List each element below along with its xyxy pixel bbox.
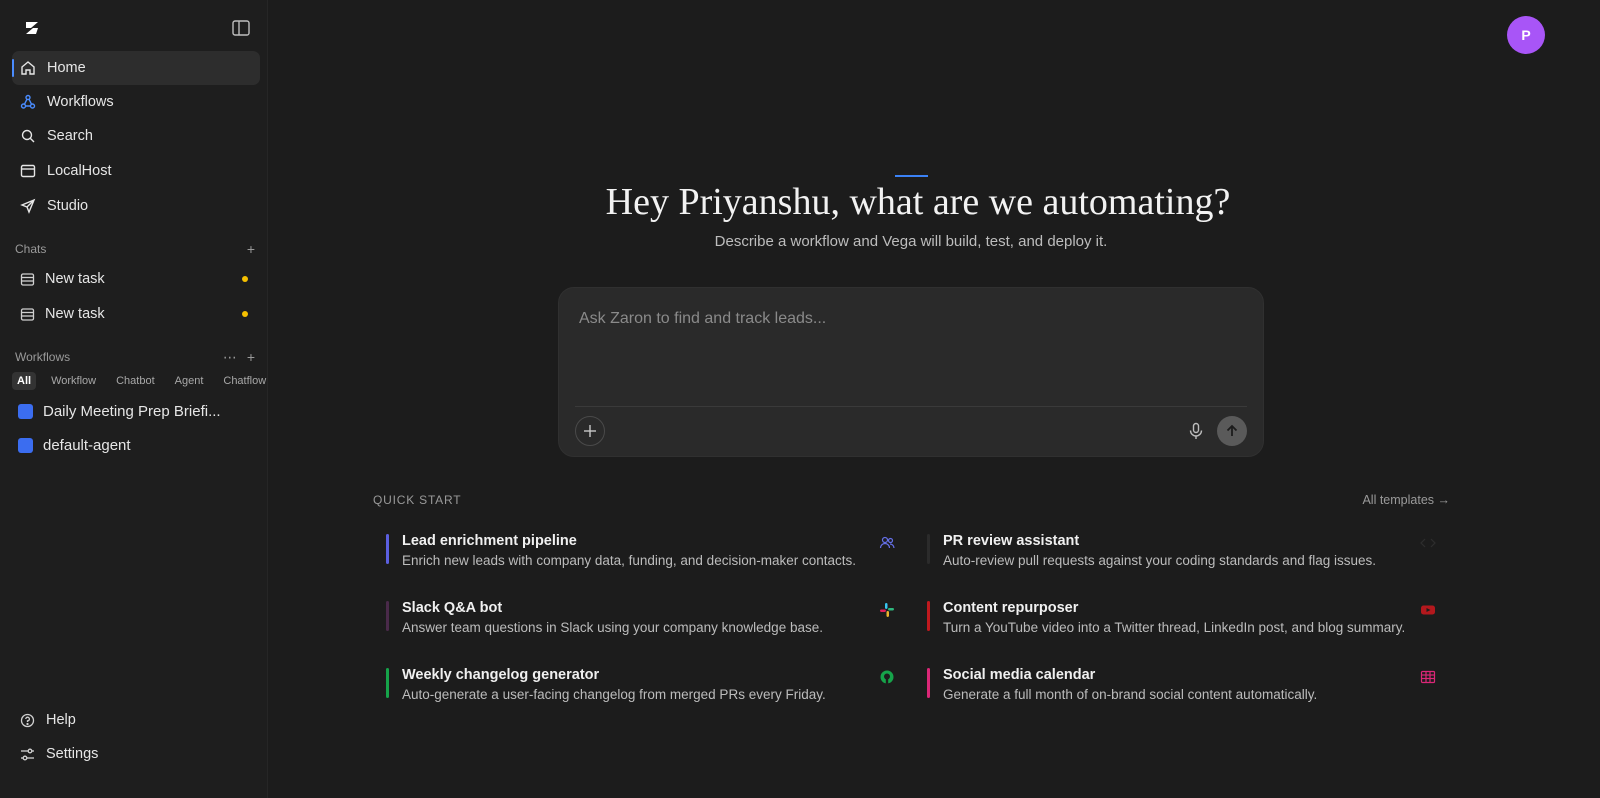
settings-label: Settings: [46, 746, 99, 762]
template-card-lead-enrichment[interactable]: Lead enrichment pipeline Enrich new lead…: [386, 533, 906, 573]
sidebar-item-localhost[interactable]: LocalHost: [12, 154, 260, 188]
card-description: Generate a full month of on-brand social…: [943, 687, 1318, 702]
workflow-item-label: Daily Meeting Prep Briefi...: [43, 402, 221, 420]
code-icon: [1420, 538, 1436, 548]
filter-tab-agent[interactable]: Agent: [170, 372, 209, 390]
workflow-square-icon: [18, 437, 33, 453]
template-card-weekly-changelog[interactable]: Weekly changelog generator Auto-generate…: [386, 667, 906, 707]
card-accent-bar: [386, 601, 389, 631]
prompt-composer: [558, 287, 1264, 457]
calendar-grid-icon: [1420, 670, 1436, 684]
accent-line: [895, 175, 928, 177]
sidebar-item-search[interactable]: Search: [12, 119, 260, 153]
help-label: Help: [46, 712, 76, 728]
settings-sliders-icon: [21, 748, 34, 760]
template-card-slack-qa[interactable]: Slack Q&A bot Answer team questions in S…: [386, 600, 906, 640]
avatar[interactable]: P: [1507, 16, 1545, 54]
status-dot: [242, 311, 248, 317]
workflow-icon: [20, 94, 36, 109]
card-description: Auto-generate a user-facing changelog fr…: [402, 687, 826, 702]
filter-tab-all[interactable]: All: [12, 372, 37, 390]
users-icon: [879, 536, 895, 549]
help-button[interactable]: Help: [12, 704, 260, 736]
workflow-item[interactable]: default-agent: [18, 431, 258, 459]
filter-tab-workflow[interactable]: Workflow: [46, 372, 101, 390]
arrow-up-icon: [1226, 424, 1238, 436]
card-accent-bar: [386, 534, 389, 564]
workflow-item-label: default-agent: [43, 436, 131, 454]
chat-list-icon: [20, 272, 35, 286]
card-title: Lead enrichment pipeline: [402, 533, 577, 549]
all-templates-link[interactable]: All templates →: [1300, 493, 1450, 507]
quick-start-label: QUICK START: [373, 493, 462, 507]
chats-section-header: Chats +: [15, 240, 255, 258]
attach-button[interactable]: [575, 416, 605, 446]
card-title: Weekly changelog generator: [402, 667, 600, 683]
workflow-square-icon: [18, 403, 33, 419]
search-icon: [21, 129, 35, 143]
prompt-input[interactable]: [579, 310, 1239, 390]
settings-button[interactable]: Settings: [12, 738, 260, 770]
sidebar-item-home[interactable]: Home: [12, 51, 260, 85]
home-icon: [21, 61, 35, 75]
card-accent-bar: [386, 668, 389, 698]
card-title: Content repurposer: [943, 600, 1079, 616]
chat-item-label: New task: [45, 306, 105, 322]
card-description: Auto-review pull requests against your c…: [943, 553, 1376, 568]
chat-item[interactable]: New task: [14, 298, 254, 330]
slack-icon: [880, 603, 894, 617]
template-card-social-calendar[interactable]: Social media calendar Generate a full mo…: [927, 667, 1447, 707]
sidebar-toggle-icon[interactable]: [232, 20, 250, 36]
plus-icon: [584, 425, 596, 437]
sidebar-item-label: LocalHost: [47, 163, 112, 179]
status-dot: [242, 276, 248, 282]
workflows-heading: Workflows: [15, 350, 71, 364]
sidebar-item-label: Workflows: [47, 94, 114, 110]
browser-window-icon: [20, 164, 36, 178]
workflows-section-header: Workflows ⋯ +: [15, 348, 255, 366]
add-workflow-icon[interactable]: +: [247, 349, 255, 366]
card-title: Social media calendar: [943, 667, 1096, 683]
card-title: PR review assistant: [943, 533, 1080, 549]
composer-divider: [575, 406, 1247, 407]
sidebar-item-label: Search: [47, 128, 93, 144]
card-accent-bar: [927, 534, 930, 564]
card-title: Slack Q&A bot: [402, 600, 503, 616]
sidebar-item-label: Studio: [47, 198, 89, 214]
help-icon: [20, 713, 35, 727]
card-description: Turn a YouTube video into a Twitter thre…: [943, 620, 1406, 635]
sidebar-item-label: Home: [47, 60, 86, 76]
filter-tab-chatbot[interactable]: Chatbot: [111, 372, 160, 390]
card-accent-bar: [927, 601, 930, 631]
send-icon: [20, 198, 36, 214]
workflow-item[interactable]: Daily Meeting Prep Briefi...: [18, 397, 258, 425]
more-icon[interactable]: ⋯: [223, 349, 237, 366]
sidebar: Home Workflows Search LocalHost Studio C…: [0, 0, 268, 798]
filter-tab-chatflow[interactable]: Chatflow: [218, 372, 271, 390]
zaron-logo-icon[interactable]: [22, 18, 42, 38]
card-description: Answer team questions in Slack using you…: [402, 620, 823, 635]
chats-heading: Chats: [15, 242, 47, 256]
page-subtitle: Describe a workflow and Vega will build,…: [714, 233, 1108, 250]
template-card-content-repurposer[interactable]: Content repurposer Turn a YouTube video …: [927, 600, 1447, 640]
microphone-icon[interactable]: [1187, 422, 1205, 440]
sidebar-item-workflows[interactable]: Workflows: [12, 85, 260, 119]
chat-list-icon: [20, 307, 35, 321]
page-title: Hey Priyanshu, what are we automating?: [605, 181, 1231, 223]
template-card-pr-review[interactable]: PR review assistant Auto-review pull req…: [927, 533, 1447, 573]
send-button[interactable]: [1217, 416, 1247, 446]
workflow-filter-tabs: All Workflow Chatbot Agent Chatflow: [12, 372, 271, 390]
youtube-icon: [1421, 605, 1435, 615]
chat-item-label: New task: [45, 271, 105, 287]
chat-item[interactable]: New task: [14, 263, 254, 295]
sidebar-item-studio[interactable]: Studio: [12, 189, 260, 223]
card-description: Enrich new leads with company data, fund…: [402, 553, 856, 568]
add-chat-icon[interactable]: +: [247, 241, 255, 257]
card-accent-bar: [927, 668, 930, 698]
github-icon: [880, 670, 894, 684]
